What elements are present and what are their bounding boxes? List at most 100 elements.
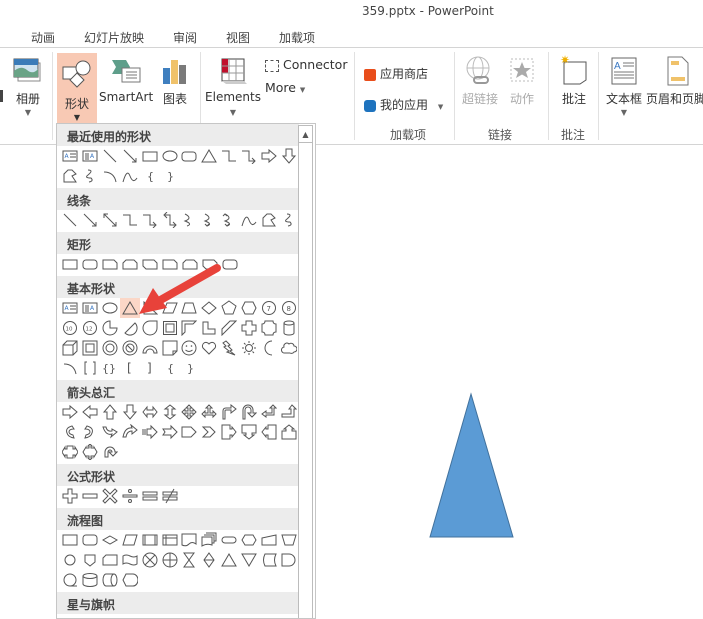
tab-slideshow[interactable]: 幻灯片放映 — [84, 29, 144, 46]
shape-snip1-icon[interactable] — [100, 254, 120, 274]
shape-rect-icon[interactable] — [140, 146, 160, 166]
shape-darrow-icon[interactable] — [279, 146, 299, 166]
shape-pie-icon[interactable] — [100, 318, 120, 338]
shape-oct-icon[interactable]: 8 — [279, 298, 299, 318]
shape-smiley-icon[interactable] — [180, 338, 200, 358]
shape-bentup-icon[interactable] — [279, 402, 299, 422]
chart-button[interactable]: 图表 — [155, 48, 195, 108]
gallery-scrollbar[interactable]: ▲ — [298, 125, 313, 618]
tab-animations[interactable]: 动画 — [31, 29, 55, 46]
shape-fc-process-icon[interactable] — [60, 530, 80, 550]
shape-fc-decision-icon[interactable] — [100, 530, 120, 550]
shape-curvedleft-icon[interactable] — [80, 422, 100, 442]
shape-foldedcorner-icon[interactable] — [160, 338, 180, 358]
shape-fc-prep-icon[interactable] — [239, 530, 259, 550]
shape-fc-offpage-icon[interactable] — [80, 550, 100, 570]
shape-minus-icon[interactable] — [80, 486, 100, 506]
shape-fc-extract-icon[interactable] — [219, 550, 239, 570]
shape-fc-manualop-icon[interactable] — [279, 530, 299, 550]
shape-lbrace-icon[interactable]: { — [160, 358, 180, 378]
shape-notequal-icon[interactable] — [160, 486, 180, 506]
textbox-button[interactable]: A 文本框 ▼ — [602, 48, 646, 124]
comment-button[interactable]: ✷ 批注 — [552, 48, 596, 108]
shape-mult-icon[interactable] — [100, 486, 120, 506]
shape-arc-icon[interactable] — [100, 166, 120, 186]
shape-wave-icon[interactable] — [239, 210, 259, 230]
shape-fc-predef-icon[interactable] — [140, 530, 160, 550]
tab-addins[interactable]: 加载项 — [279, 29, 315, 46]
shape-circarrow-icon[interactable] — [100, 442, 120, 462]
shape-hex-icon[interactable] — [239, 298, 259, 318]
shape-fc-directaccess-icon[interactable] — [100, 570, 120, 590]
shape-fc-or-icon[interactable] — [160, 550, 180, 570]
tab-review[interactable]: 审阅 — [173, 29, 197, 46]
shape-lrcallout-icon[interactable] — [60, 442, 80, 462]
shape-quadarrow-icon[interactable] — [180, 402, 200, 422]
shape-fc-magdisk-icon[interactable] — [80, 570, 100, 590]
photo-album-button[interactable]: 相册 ▼ — [8, 48, 48, 124]
shape-rrect-icon[interactable] — [180, 146, 200, 166]
shape-elbowarrow-icon[interactable] — [239, 146, 259, 166]
shape-rbrace-icon[interactable]: } — [160, 166, 180, 186]
shape-curvedbl-icon[interactable] — [219, 210, 239, 230]
shape-bracepair-icon[interactable]: {} — [100, 358, 120, 378]
shape-dec-icon[interactable]: 10 — [60, 318, 80, 338]
shape-heart-icon[interactable] — [199, 338, 219, 358]
shape-freeform-icon[interactable] — [259, 210, 279, 230]
connector-button[interactable]: Connector — [265, 57, 347, 72]
shape-sun-icon[interactable] — [239, 338, 259, 358]
shape-rrect-icon[interactable] — [80, 254, 100, 274]
shape-vtextbox-icon[interactable]: A — [80, 146, 100, 166]
my-apps-button[interactable]: 我的应用 ▼ — [364, 96, 443, 113]
shape-rarrow-icon[interactable] — [60, 402, 80, 422]
shape-rbracket-icon[interactable]: ] — [140, 358, 160, 378]
shape-can-icon[interactable] — [279, 318, 299, 338]
shape-bevel-icon[interactable] — [80, 338, 100, 358]
shape-fc-card-icon[interactable] — [100, 550, 120, 570]
shape-lrarrow-icon[interactable] — [140, 402, 160, 422]
shape-oval-icon[interactable] — [100, 298, 120, 318]
action-button[interactable]: 动作 — [504, 48, 540, 108]
shapes-button[interactable]: 形状 ▼ — [57, 53, 97, 125]
store-button[interactable]: 应用商店 — [364, 65, 428, 82]
shape-tri-icon[interactable] — [199, 146, 219, 166]
shape-elbow-icon[interactable] — [219, 146, 239, 166]
shape-cross-icon[interactable] — [239, 318, 259, 338]
shape-curvedup-icon[interactable] — [100, 422, 120, 442]
shape-bracketpair-icon[interactable] — [80, 358, 100, 378]
triangle-shape[interactable] — [428, 392, 518, 540]
shape-equal-icon[interactable] — [140, 486, 160, 506]
shape-plaque-icon[interactable] — [259, 318, 279, 338]
shape-arrowline-icon[interactable] — [120, 146, 140, 166]
shape-uarrow-icon[interactable] — [100, 402, 120, 422]
shape-elbowdbl-icon[interactable] — [160, 210, 180, 230]
shape-chevron-icon[interactable] — [199, 422, 219, 442]
shape-rarrow-icon[interactable] — [259, 146, 279, 166]
shape-lbracket-icon[interactable]: [ — [120, 358, 140, 378]
shape-fc-collate-icon[interactable] — [180, 550, 200, 570]
shape-fc-delay-icon[interactable] — [279, 550, 299, 570]
shape-divide-icon[interactable] — [120, 486, 140, 506]
shape-fc-connector-icon[interactable] — [60, 550, 80, 570]
shape-textbox-icon[interactable]: A — [60, 146, 80, 166]
shape-nosym-icon[interactable] — [120, 338, 140, 358]
shape-fc-multidoc-icon[interactable] — [199, 530, 219, 550]
shape-fc-stored-icon[interactable] — [259, 550, 279, 570]
shape-curve-icon[interactable] — [180, 210, 200, 230]
shape-rect-icon[interactable] — [60, 254, 80, 274]
shape-rbrace-icon[interactable]: } — [180, 358, 200, 378]
shape-fc-tape-icon[interactable] — [120, 550, 140, 570]
shape-elbowarrow-icon[interactable] — [140, 210, 160, 230]
shape-dcallout-icon[interactable] — [239, 422, 259, 442]
shape-pentagonarrow-icon[interactable] — [180, 422, 200, 442]
shape-blockarc-icon[interactable] — [140, 338, 160, 358]
shape-line-icon[interactable] — [100, 146, 120, 166]
shape-line-icon[interactable] — [60, 210, 80, 230]
shape-arrowline-icon[interactable] — [80, 210, 100, 230]
scroll-up-arrow-icon[interactable]: ▲ — [299, 126, 312, 143]
shape-leftup-icon[interactable] — [259, 402, 279, 422]
shape-curvearrow-icon[interactable] — [199, 210, 219, 230]
shape-plus-icon[interactable] — [60, 486, 80, 506]
shape-elbow-icon[interactable] — [120, 210, 140, 230]
shape-oval-icon[interactable] — [160, 146, 180, 166]
